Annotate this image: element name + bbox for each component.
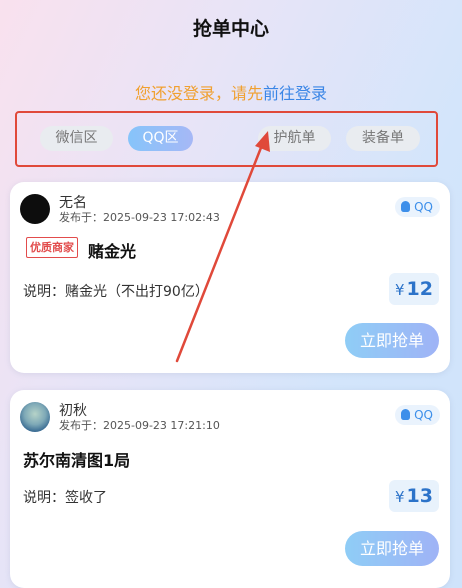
login-tip: 您还没登录，请先前往登录: [0, 80, 462, 104]
order-title: 赌金光: [88, 242, 137, 261]
merchant-tag: 优质商家: [26, 237, 78, 258]
price-badge: ¥13: [389, 480, 439, 512]
qq-icon: [401, 201, 411, 212]
qq-icon: [401, 409, 411, 420]
platform-label: QQ: [414, 200, 433, 214]
publish-time: 发布于：2025-09-23 17:02:43: [59, 211, 220, 224]
order-title: 苏尔南清图1局: [23, 451, 131, 470]
grab-order-button[interactable]: 立即抢单: [345, 531, 439, 566]
avatar: [20, 402, 50, 432]
currency-symbol: ¥: [395, 281, 405, 299]
price-value: 12: [406, 278, 433, 300]
tab-qq[interactable]: QQ区: [128, 126, 193, 151]
platform-label: QQ: [414, 408, 433, 422]
order-description: 说明：赌金光（不出打90亿）: [23, 284, 209, 300]
grab-order-button[interactable]: 立即抢单: [345, 323, 439, 358]
tab-wechat[interactable]: 微信区: [40, 126, 113, 151]
platform-badge: QQ: [395, 405, 440, 425]
page-title: 抢单中心: [192, 18, 269, 40]
price-badge: ¥12: [389, 273, 439, 305]
tab-equipment[interactable]: 装备单: [346, 126, 420, 151]
publish-time: 发布于：2025-09-23 17:21:10: [59, 419, 220, 432]
order-card[interactable]: 初秋 发布于：2025-09-23 17:21:10 QQ 苏尔南清图1局 说明…: [10, 390, 450, 588]
currency-symbol: ¥: [395, 488, 405, 506]
go-login-link[interactable]: 前往登录: [263, 84, 327, 103]
platform-badge: QQ: [395, 197, 440, 217]
order-card[interactable]: 无名 发布于：2025-09-23 17:02:43 QQ 优质商家 赌金光 说…: [10, 182, 450, 373]
tab-escort[interactable]: 护航单: [258, 126, 331, 151]
avatar: [20, 194, 50, 224]
price-value: 13: [406, 485, 433, 507]
login-tip-text: 您还没登录，请先: [134, 84, 263, 103]
order-description: 说明：签收了: [23, 490, 107, 506]
